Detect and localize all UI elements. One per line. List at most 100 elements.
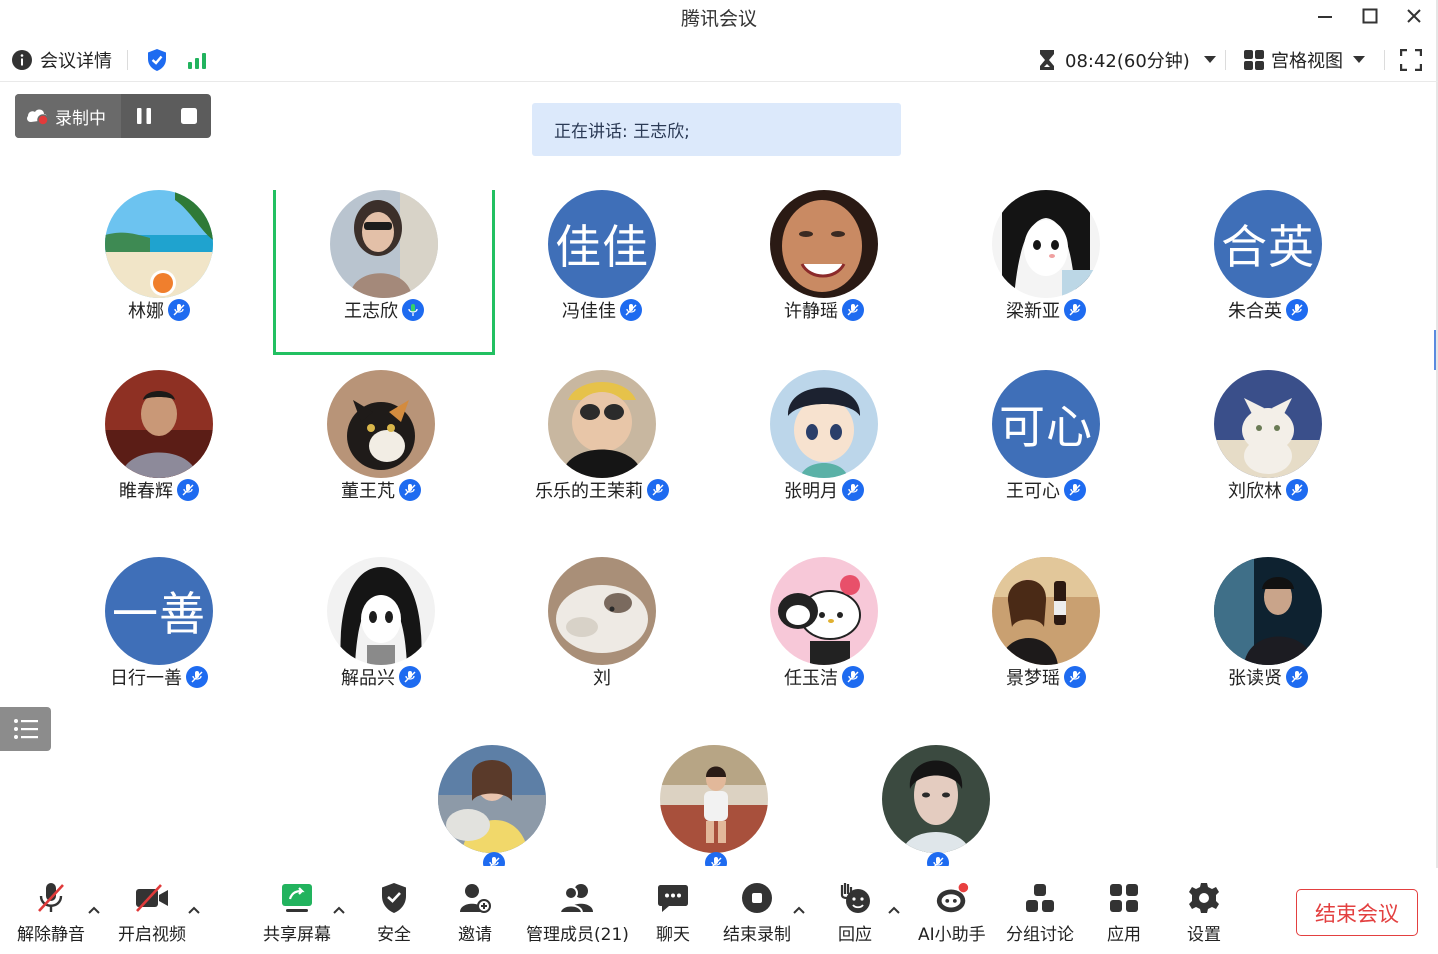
avatar <box>770 190 878 298</box>
mic-muted-icon <box>399 666 421 688</box>
avatar-girl-track-photo <box>660 745 768 853</box>
close-button[interactable] <box>1397 2 1431 30</box>
ai-assistant-button[interactable]: AI小助手 <box>918 880 986 945</box>
member-list-toggle[interactable] <box>0 707 51 751</box>
shield-icon <box>382 883 406 913</box>
avatar-initials: 可心 <box>992 370 1100 478</box>
invite-button[interactable]: 邀请 <box>457 880 493 945</box>
ai-robot-icon <box>936 882 968 913</box>
mic-speaking-icon <box>402 299 424 321</box>
chat-button[interactable]: 聊天 <box>655 880 691 945</box>
security-button[interactable]: 安全 <box>376 880 412 945</box>
avatar-white-cat-photo <box>1214 370 1322 478</box>
share-screen-label: 共享屏幕 <box>263 925 331 945</box>
pause-recording-button[interactable] <box>121 94 166 138</box>
members-icon <box>559 884 594 914</box>
participant-name: 许静瑶 <box>784 301 838 322</box>
mic-muted-icon <box>1286 299 1308 321</box>
mic-muted-icon <box>1286 666 1308 688</box>
participant-tile[interactable]: 解品兴 <box>270 557 492 722</box>
manage-members-button[interactable]: 管理成员(21) <box>526 880 629 945</box>
participant-name-row: 许静瑶 <box>713 297 935 323</box>
react-options-caret-icon[interactable] <box>886 902 902 918</box>
fullscreen-icon <box>1400 49 1422 71</box>
participant-tile[interactable]: 佳佳 冯佳佳 <box>491 190 713 355</box>
avatar <box>660 745 768 853</box>
breakout-rooms-button[interactable]: 分组讨论 <box>1006 880 1074 945</box>
mic-muted-icon <box>927 852 949 866</box>
participant-name-row: 林娜 <box>48 297 270 323</box>
avatar <box>992 190 1100 298</box>
stop-recording-button[interactable] <box>166 94 211 138</box>
recording-status[interactable]: 录制中 <box>15 94 121 138</box>
list-icon <box>13 719 38 739</box>
participant-grid: 林娜 王志欣 佳佳 冯佳佳 许静瑶 梁新亚 合英 朱合英 睢春辉 董王芃 乐乐的… <box>0 190 1438 866</box>
active-speaker-banner: 正在讲话: 王志欣; <box>532 103 901 156</box>
mic-muted-icon <box>1064 479 1086 501</box>
maximize-button[interactable] <box>1353 2 1387 30</box>
mic-muted-icon <box>483 852 505 866</box>
minimize-button[interactable] <box>1308 2 1342 30</box>
participant-name: 解品兴 <box>341 668 395 689</box>
participant-tile-active[interactable]: 王志欣 <box>273 190 495 355</box>
meeting-details-button[interactable]: 会议详情 <box>12 38 112 82</box>
host-person-icon <box>153 273 173 293</box>
mic-muted-icon <box>842 666 864 688</box>
participant-name-row: 王志欣 <box>276 297 492 323</box>
avatar-anime-girl-drawing <box>992 190 1100 298</box>
participant-tile[interactable]: 林娜 <box>48 190 270 355</box>
participant-name: 刘欣林 <box>1228 481 1282 502</box>
participant-tile[interactable]: 睢春辉 <box>48 370 270 535</box>
scroll-indicator[interactable] <box>1434 330 1436 370</box>
start-video-button[interactable]: 开启视频 <box>118 880 186 945</box>
participant-tile[interactable]: 张读贤 <box>1157 557 1379 722</box>
divider <box>1384 50 1385 70</box>
share-screen-button[interactable]: 共享屏幕 <box>263 880 331 945</box>
divider <box>127 50 128 70</box>
apps-button[interactable]: 应用 <box>1106 880 1142 945</box>
participant-tile[interactable]: 刘 <box>491 557 713 722</box>
participant-tile[interactable]: 乐乐的王茉莉 <box>491 370 713 535</box>
unmute-button[interactable]: 解除静音 <box>17 880 85 945</box>
meeting-controls-bar: 解除静音 开启视频 共享屏幕 安全 邀请 管理成员(21) 聊天 结束录制 回应… <box>0 868 1438 954</box>
avatar-man-costume-photo <box>882 745 990 853</box>
record-options-caret-icon[interactable] <box>791 902 807 918</box>
network-signal-button[interactable] <box>186 38 208 82</box>
participant-tile[interactable]: 梁新亚 <box>935 190 1157 355</box>
participant-name: 梁新亚 <box>1006 301 1060 322</box>
gear-icon <box>1189 883 1219 913</box>
timer-dropdown[interactable]: 08:42(60分钟) <box>1038 38 1216 82</box>
participant-tile[interactable]: 任玉洁 <box>713 557 935 722</box>
stop-icon <box>180 108 197 124</box>
participant-name: 朱合英 <box>1228 301 1282 322</box>
security-shield-button[interactable] <box>146 38 168 82</box>
participant-name-row: 睢春辉 <box>48 477 270 503</box>
participant-tile[interactable]: 刘欣林 <box>1157 370 1379 535</box>
stop-recording-toolbar-button[interactable]: 结束录制 <box>723 880 791 945</box>
participant-tile[interactable]: 董王芃 <box>270 370 492 535</box>
view-mode-dropdown[interactable]: 宫格视图 <box>1243 38 1365 82</box>
avatar-calico-cat-photo <box>327 370 435 478</box>
mic-muted-icon <box>186 666 208 688</box>
participant-tile[interactable]: 许静瑶 <box>713 190 935 355</box>
participant-tile[interactable]: 可心 王可心 <box>935 370 1157 535</box>
share-options-caret-icon[interactable] <box>331 902 347 918</box>
participant-tile[interactable]: 一善 日行一善 <box>48 557 270 722</box>
participant-tile[interactable] <box>825 745 1047 866</box>
avatar <box>1214 557 1322 665</box>
react-button[interactable]: 回应 <box>837 880 873 945</box>
meeting-details-label: 会议详情 <box>40 51 112 72</box>
fullscreen-button[interactable] <box>1400 38 1422 82</box>
avatar-woman-yellow-photo <box>438 745 546 853</box>
participant-tile[interactable] <box>381 745 603 866</box>
manage-members-label: 管理成员(21) <box>526 925 629 945</box>
end-meeting-button[interactable]: 结束会议 <box>1296 889 1418 936</box>
participant-tile[interactable] <box>603 745 825 866</box>
mic-options-caret-icon[interactable] <box>86 902 102 918</box>
settings-button[interactable]: 设置 <box>1186 880 1222 945</box>
recording-label: 录制中 <box>55 108 106 129</box>
video-options-caret-icon[interactable] <box>186 902 202 918</box>
participant-tile[interactable]: 张明月 <box>713 370 935 535</box>
participant-tile[interactable]: 合英 朱合英 <box>1157 190 1379 355</box>
participant-tile[interactable]: 景梦瑶 <box>935 557 1157 722</box>
